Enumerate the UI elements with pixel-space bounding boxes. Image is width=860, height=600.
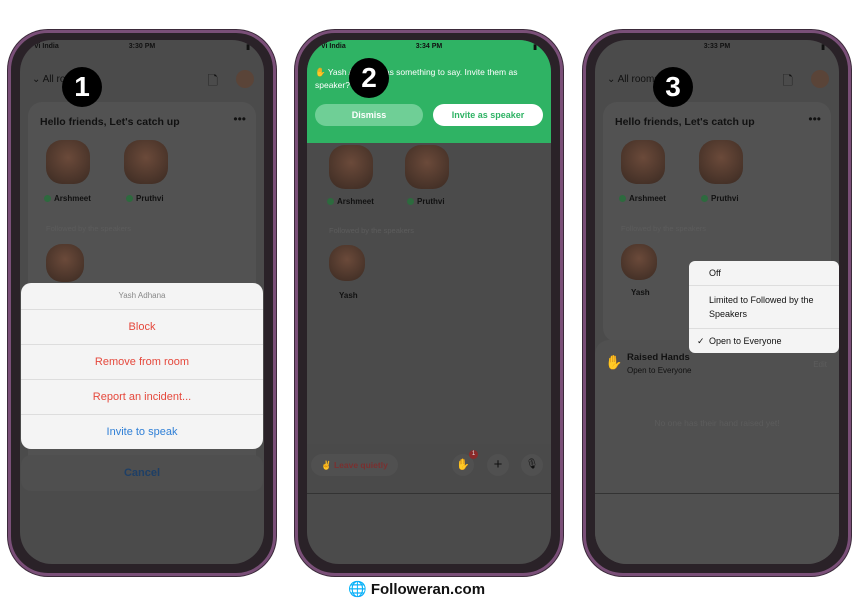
step-number: 2	[349, 58, 389, 98]
report-incident-option[interactable]: Report an incident...	[21, 379, 263, 414]
back-button[interactable]: ⌄ All rooms	[607, 74, 659, 85]
avatar-speaker[interactable]	[621, 140, 665, 184]
screen: Vi India3:30 PM▮ ⌄ All rooms🗋 Hello frie…	[20, 40, 264, 564]
listener-name: Yash	[631, 288, 650, 297]
invite-as-speaker-button[interactable]: Invite as speaker	[433, 104, 543, 126]
avatar-listener[interactable]	[329, 245, 365, 281]
mic-muted-icon[interactable]: 🎙	[521, 454, 543, 476]
phone-1: Vi India3:30 PM▮ ⌄ All rooms🗋 Hello frie…	[8, 30, 276, 576]
raised-hand-icon: ✋	[605, 354, 623, 370]
cancel-button[interactable]: Cancel	[21, 455, 263, 491]
step-number: 3	[653, 67, 693, 107]
speaker-name: Arshmeet	[327, 197, 374, 206]
menu-item-off[interactable]: Off	[689, 261, 839, 285]
document-icon[interactable]: 🗋	[208, 72, 218, 94]
speaker-name: Arshmeet	[44, 194, 91, 203]
raised-hands-title: Raised Hands	[627, 352, 690, 363]
checkmark-icon: ✓	[697, 336, 705, 346]
step-number: 1	[62, 67, 102, 107]
invite-banner: Vi India 3:34 PM ▮ ✋ Yash Adhana has somet…	[307, 40, 551, 143]
screen: Vi India 3:34 PM ▮ ✋ Yash Adhana has somet…	[307, 40, 551, 564]
raised-hand-icon: ✋	[315, 67, 326, 77]
badge: 1	[469, 450, 478, 459]
avatar-speaker[interactable]	[124, 140, 168, 184]
add-icon[interactable]: +	[487, 454, 509, 476]
avatar-listener[interactable]	[621, 244, 657, 280]
avatar-listener[interactable]	[46, 244, 84, 282]
more-icon[interactable]: •••	[233, 112, 246, 126]
section-label: Followed by the speakers	[621, 224, 707, 233]
avatar[interactable]	[236, 70, 254, 88]
edit-button[interactable]: Edit	[813, 360, 827, 369]
raised-hands-menu: Off Limited to Followed by the Speakers …	[689, 261, 839, 353]
avatar-speaker[interactable]	[46, 140, 90, 184]
leave-quietly-button[interactable]: ✌ Leave quietly	[311, 454, 398, 476]
empty-message: No one has their hand raised yet!	[654, 418, 780, 428]
speaker-name: Arshmeet	[619, 194, 666, 203]
section-label: Followed by the speakers	[329, 226, 415, 235]
block-option[interactable]: Block	[21, 309, 263, 344]
action-sheet: Yash Adhana Block Remove from room Repor…	[21, 283, 263, 449]
invite-to-speak-option[interactable]: Invite to speak	[21, 414, 263, 449]
speaker-name: Pruthvi	[701, 194, 739, 203]
phone-3: 3:33 PM ▮ ⌄ All rooms 🗋 Hello friends, Let…	[583, 30, 851, 576]
document-icon[interactable]: 🗋	[783, 72, 793, 94]
avatar[interactable]	[811, 70, 829, 88]
screen: 3:33 PM ▮ ⌄ All rooms 🗋 Hello friends, Let…	[595, 40, 839, 564]
time: 3:33 PM	[703, 43, 731, 50]
avatar-speaker[interactable]	[329, 145, 373, 189]
phone-2: Vi India 3:34 PM ▮ ✋ Yash Adhana has somet…	[295, 30, 563, 576]
globe-icon: 🌐	[348, 581, 367, 598]
speaker-name: Pruthvi	[126, 194, 164, 203]
more-icon[interactable]: •••	[808, 112, 821, 126]
dismiss-button[interactable]: Dismiss	[315, 104, 423, 126]
raised-hands-button[interactable]: ✋ 1	[452, 450, 478, 476]
time: 3:30 PM	[128, 43, 156, 50]
menu-item-open[interactable]: ✓ Open to Everyone	[689, 328, 839, 353]
listener-name: Yash	[339, 291, 358, 300]
speaker-name: Pruthvi	[407, 197, 445, 206]
remove-from-room-option[interactable]: Remove from room	[21, 344, 263, 379]
avatar-speaker[interactable]	[405, 145, 449, 189]
avatar-speaker[interactable]	[699, 140, 743, 184]
menu-item-limited[interactable]: Limited to Followed by the Speakers	[689, 285, 839, 328]
watermark: 🌐 Followeran.com	[348, 581, 486, 598]
raised-hands-subtitle: Open to Everyone	[627, 366, 692, 375]
raised-hands-panel: ✋ Raised Hands Open to Everyone Edit No …	[595, 340, 839, 564]
action-sheet-title: Yash Adhana	[118, 291, 166, 300]
room-title: Hello friends, Let's catch up	[40, 116, 180, 128]
battery-icon: ▮	[246, 44, 250, 51]
room-title: Hello friends, Let's catch up	[615, 116, 755, 128]
section-label: Followed by the speakers	[46, 224, 132, 233]
